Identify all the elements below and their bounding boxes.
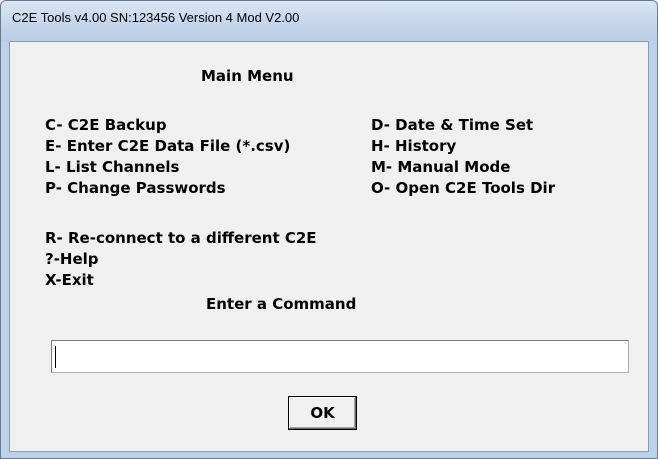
dialog-client-area: Main Menu C- C2E Backup E- Enter C2E Dat… [9, 41, 649, 452]
window-title: C2E Tools v4.00 SN:123456 Version 4 Mod … [12, 10, 300, 25]
command-prompt-label: Enter a Command [206, 295, 357, 313]
menu-item-manual-mode: M- Manual Mode [371, 158, 511, 176]
menu-item-change-passwords: P- Change Passwords [45, 179, 226, 197]
app-window: C2E Tools v4.00 SN:123456 Version 4 Mod … [0, 0, 658, 459]
menu-item-enter-data-file: E- Enter C2E Data File (*.csv) [45, 137, 291, 155]
text-cursor [55, 346, 56, 368]
ok-button[interactable]: OK [288, 396, 357, 430]
command-input[interactable] [51, 340, 629, 373]
main-menu-heading: Main Menu [201, 67, 294, 85]
menu-item-list-channels: L- List Channels [45, 158, 180, 176]
menu-item-date-time-set: D- Date & Time Set [371, 116, 534, 134]
menu-item-history: H- History [371, 137, 457, 155]
menu-item-open-tools-dir: O- Open C2E Tools Dir [371, 179, 556, 197]
menu-item-help: ?-Help [45, 250, 99, 268]
title-bar[interactable]: C2E Tools v4.00 SN:123456 Version 4 Mod … [1, 1, 657, 41]
menu-item-reconnect: R- Re-connect to a different C2E [45, 229, 317, 247]
menu-item-c2e-backup: C- C2E Backup [45, 116, 167, 134]
menu-item-exit: X-Exit [45, 271, 94, 289]
